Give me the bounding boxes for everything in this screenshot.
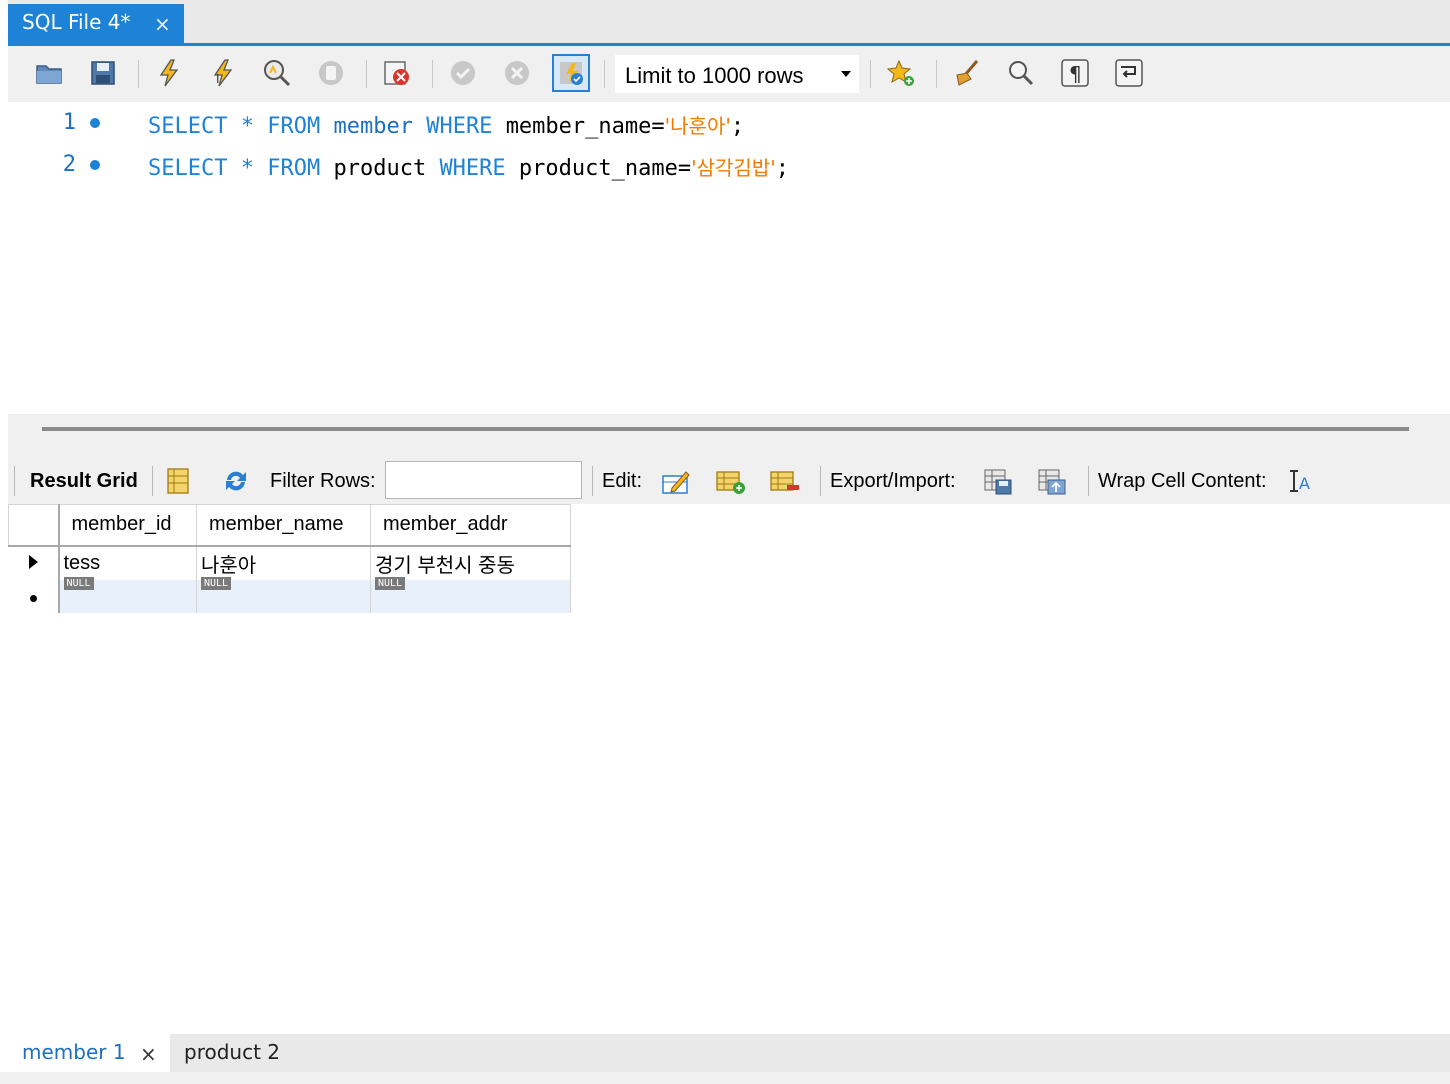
new-row[interactable]: NULL NULL NULL bbox=[8, 576, 571, 613]
column-header-member-id[interactable]: member_id bbox=[58, 504, 197, 547]
sql-statement[interactable]: SELECT * FROM product WHERE product_name… bbox=[148, 152, 789, 181]
editor-tab-strip: SQL File 4* × bbox=[8, 0, 1450, 46]
autocommit-icon[interactable] bbox=[552, 54, 590, 92]
rollback-icon[interactable] bbox=[498, 54, 536, 92]
explain-icon[interactable] bbox=[258, 54, 296, 92]
stop-icon[interactable] bbox=[312, 54, 350, 92]
null-badge: NULL bbox=[201, 576, 232, 590]
cell-member-name[interactable]: NULL bbox=[196, 576, 371, 613]
row-header[interactable] bbox=[8, 545, 60, 580]
sql-statement[interactable]: SELECT * FROM member WHERE member_name='… bbox=[148, 110, 744, 139]
export-icon[interactable] bbox=[980, 464, 1016, 498]
limit-rows-label: Limit to 1000 rows bbox=[625, 63, 804, 88]
close-tab-icon[interactable]: × bbox=[154, 12, 171, 36]
commit-icon[interactable] bbox=[444, 54, 482, 92]
filter-rows-input[interactable] bbox=[385, 461, 582, 499]
cell-member-name[interactable]: 나훈아 bbox=[196, 545, 371, 580]
wrap-cell-label: Wrap Cell Content: bbox=[1098, 470, 1267, 492]
chevron-down-icon bbox=[841, 71, 851, 77]
add-snippet-icon[interactable] bbox=[882, 54, 920, 92]
svg-text:A: A bbox=[1299, 474, 1310, 493]
edit-label: Edit: bbox=[602, 470, 643, 492]
row-header[interactable] bbox=[8, 579, 60, 613]
null-badge: NULL bbox=[63, 576, 94, 590]
cell-member-id[interactable]: tess bbox=[58, 545, 197, 580]
sql-editor-toolbar: I Limit to 1000 rows ¶ bbox=[8, 46, 1450, 102]
wrap-cell-icon[interactable]: A bbox=[1284, 464, 1320, 498]
save-icon[interactable] bbox=[84, 54, 122, 92]
statement-marker-icon bbox=[90, 118, 100, 128]
row-header-corner[interactable] bbox=[8, 504, 60, 547]
current-row-icon bbox=[28, 555, 38, 569]
edit-row-icon[interactable] bbox=[658, 464, 694, 498]
refresh-icon[interactable] bbox=[218, 464, 254, 498]
result-grid-area: member_id member_name member_addr tess 나… bbox=[8, 504, 1450, 1034]
result-toolbar: Result Grid Filter Rows: Edit: Export/Im… bbox=[8, 458, 1450, 504]
tab-title: SQL File 4* bbox=[22, 10, 131, 34]
code-line: 2 SELECT * FROM product WHERE product_na… bbox=[8, 146, 1450, 186]
cell-member-addr[interactable]: 경기 부천시 중동 bbox=[370, 545, 571, 580]
filter-rows-label: Filter Rows: bbox=[270, 470, 376, 492]
table-row[interactable]: tess 나훈아 경기 부천시 중동 bbox=[8, 545, 571, 580]
invisible-chars-icon[interactable]: ¶ bbox=[1056, 54, 1094, 92]
result-tabs: member 1 × product 2 bbox=[8, 1034, 1450, 1072]
statement-marker-icon bbox=[90, 160, 100, 170]
execute-current-icon[interactable]: I bbox=[204, 54, 242, 92]
null-badge: NULL bbox=[375, 576, 406, 590]
column-header-member-addr[interactable]: member_addr bbox=[370, 504, 571, 547]
open-folder-icon[interactable] bbox=[30, 54, 68, 92]
sql-editor[interactable]: 1 SELECT * FROM member WHERE member_name… bbox=[8, 102, 1450, 414]
bottom-border bbox=[0, 1072, 1450, 1084]
beautify-icon[interactable] bbox=[948, 54, 986, 92]
close-icon[interactable]: × bbox=[140, 1042, 157, 1066]
find-icon[interactable] bbox=[1002, 54, 1040, 92]
panel-splitter[interactable] bbox=[42, 427, 1409, 431]
cell-member-id[interactable]: NULL bbox=[58, 576, 197, 613]
add-row-icon[interactable] bbox=[712, 464, 748, 498]
result-grid-button[interactable]: Result Grid bbox=[30, 470, 138, 493]
new-row-icon bbox=[29, 594, 37, 602]
cell-member-addr[interactable]: NULL bbox=[370, 576, 571, 613]
word-wrap-icon[interactable] bbox=[1110, 54, 1148, 92]
tab-sql-file[interactable]: SQL File 4* × bbox=[8, 4, 184, 43]
export-import-label: Export/Import: bbox=[830, 470, 956, 492]
svg-text:¶: ¶ bbox=[1069, 62, 1082, 86]
tab-label: member 1 bbox=[22, 1040, 126, 1064]
code-line: 1 SELECT * FROM member WHERE member_name… bbox=[8, 104, 1450, 144]
line-number: 2 bbox=[62, 152, 76, 177]
tab-product-result[interactable]: product 2 bbox=[184, 1040, 280, 1064]
limit-rows-select[interactable]: Limit to 1000 rows bbox=[614, 54, 860, 94]
import-icon[interactable] bbox=[1034, 464, 1070, 498]
delete-row-icon[interactable] bbox=[766, 464, 802, 498]
result-grid: member_id member_name member_addr tess 나… bbox=[8, 504, 571, 613]
stop-on-error-icon[interactable] bbox=[378, 54, 416, 92]
panel-splitter-area bbox=[8, 414, 1450, 458]
execute-icon[interactable] bbox=[150, 54, 188, 92]
column-header-member-name[interactable]: member_name bbox=[196, 504, 371, 547]
form-editor-icon[interactable] bbox=[160, 464, 196, 498]
svg-text:I: I bbox=[216, 72, 220, 86]
line-number: 1 bbox=[62, 110, 76, 135]
tab-member-result[interactable]: member 1 × bbox=[8, 1034, 170, 1072]
